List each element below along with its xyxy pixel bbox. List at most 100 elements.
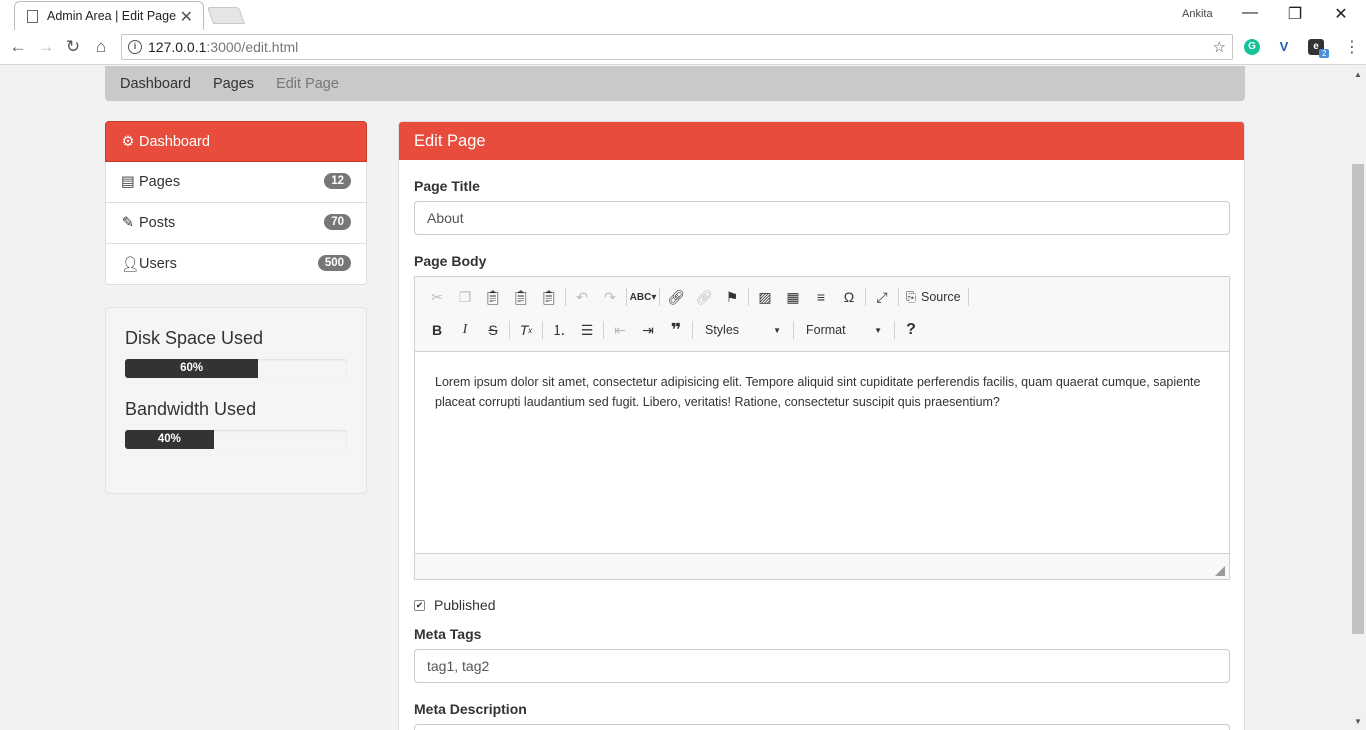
sidebar-item-label: Users xyxy=(139,256,177,272)
toolbar-separator xyxy=(659,288,660,306)
home-icon[interactable]: ⌂ xyxy=(91,37,111,57)
image-icon[interactable]: ▨ xyxy=(751,285,779,309)
anchor-flag-icon[interactable]: ⚑ xyxy=(718,285,746,309)
copy-icon[interactable]: ❐ xyxy=(451,285,479,309)
disk-progress-bar: 60% xyxy=(125,359,259,378)
published-row: ✔ Published xyxy=(414,597,1229,613)
toolbar-separator xyxy=(894,321,895,339)
sidebar-item-posts[interactable]: ✎ Posts 70 xyxy=(105,203,367,244)
meta-description-input[interactable] xyxy=(414,724,1230,730)
new-tab-button[interactable] xyxy=(206,7,246,24)
url-host: 127.0.0.1 xyxy=(148,39,207,55)
editor-content[interactable]: Lorem ipsum dolor sit amet, consectetur … xyxy=(415,352,1229,553)
rich-text-editor: ✂ ❐ 📋︎ 📋︎ 📋︎ ↶ ↷ ABC▾ 🔗︎ 🔗︎ ⚑ ▨ ▦ ≡ Ω ⤢ … xyxy=(414,276,1230,580)
unlink-icon[interactable]: 🔗︎ xyxy=(690,285,718,309)
sidebar-item-label: Posts xyxy=(139,215,176,231)
sidebar-item-dashboard[interactable]: ⚙ Dashboard xyxy=(105,121,367,162)
spellcheck-icon[interactable]: ABC▾ xyxy=(629,285,657,309)
paste-text-icon[interactable]: 📋︎ xyxy=(507,285,535,309)
profile-name[interactable]: Ankita xyxy=(1182,8,1213,20)
back-icon[interactable]: ← xyxy=(8,37,28,57)
toolbar-separator xyxy=(626,288,627,306)
disk-progress: 60% xyxy=(125,359,347,378)
scroll-up-icon[interactable]: ▲ xyxy=(1354,70,1362,79)
browser-tab[interactable]: Admin Area | Edit Page ✕ xyxy=(14,1,204,30)
page-title-input[interactable]: About xyxy=(414,201,1230,235)
minimize-icon[interactable]: — xyxy=(1240,4,1260,22)
bandwidth-progress: 40% xyxy=(125,430,347,449)
list-icon: ▤ xyxy=(121,174,135,190)
toolbar-separator xyxy=(565,288,566,306)
toolbar-separator xyxy=(509,321,510,339)
styles-label: Styles xyxy=(705,323,740,337)
horizontal-line-icon[interactable]: ≡ xyxy=(807,285,835,309)
dropdown-arrow-icon: ▼ xyxy=(773,325,781,335)
breadcrumb-pages[interactable]: Pages xyxy=(213,76,254,92)
paste-word-icon[interactable]: 📋︎ xyxy=(535,285,563,309)
remove-format-icon[interactable]: Tx xyxy=(512,318,540,342)
bulleted-list-icon[interactable]: ☰ xyxy=(573,318,601,342)
address-bar[interactable]: i 127.0.0.1:3000/edit.html ☆ xyxy=(121,34,1233,60)
toolbar-separator xyxy=(865,288,866,306)
extension-badge: 2 xyxy=(1319,49,1330,58)
grammarly-extension-icon[interactable]: G xyxy=(1244,39,1260,55)
table-icon[interactable]: ▦ xyxy=(779,285,807,309)
sidebar-item-users[interactable]: 👤︎ Users 500 xyxy=(105,244,367,285)
breadcrumb-dashboard[interactable]: Dashboard xyxy=(120,76,191,92)
blockquote-icon[interactable]: ❞ xyxy=(662,318,690,342)
user-icon: 👤︎ xyxy=(121,256,140,273)
edit-page-panel: Edit Page Page Title About Page Body ✂ ❐… xyxy=(398,121,1245,730)
forward-icon[interactable]: → xyxy=(36,37,56,57)
published-checkbox[interactable]: ✔ xyxy=(414,599,425,611)
editor-toolbar: ✂ ❐ 📋︎ 📋︎ 📋︎ ↶ ↷ ABC▾ 🔗︎ 🔗︎ ⚑ ▨ ▦ ≡ Ω ⤢ … xyxy=(415,277,1229,352)
toolbar-separator xyxy=(603,321,604,339)
cut-icon[interactable]: ✂ xyxy=(423,285,451,309)
special-char-icon[interactable]: Ω xyxy=(835,285,863,309)
indent-icon[interactable]: ⇥ xyxy=(634,318,662,342)
sidebar-item-label: Pages xyxy=(139,174,181,190)
bookmark-star-icon[interactable]: ☆ xyxy=(1213,38,1226,56)
count-badge: 70 xyxy=(324,214,351,230)
page-body-label: Page Body xyxy=(414,253,487,269)
styles-dropdown[interactable]: Styles ▼ xyxy=(699,318,787,342)
scrollbar-thumb[interactable] xyxy=(1352,164,1364,634)
strikethrough-icon[interactable]: S xyxy=(479,318,507,342)
tab-title: Admin Area | Edit Page xyxy=(47,9,177,23)
info-icon[interactable]: i xyxy=(128,40,142,54)
redo-icon[interactable]: ↷ xyxy=(596,285,624,309)
editor-statusbar xyxy=(415,553,1229,579)
toolbar-separator xyxy=(898,288,899,306)
undo-icon[interactable]: ↶ xyxy=(568,285,596,309)
link-icon[interactable]: 🔗︎ xyxy=(662,285,690,309)
disk-space-heading: Disk Space Used xyxy=(125,328,264,348)
numbered-list-icon[interactable]: ⒈ xyxy=(545,318,573,342)
close-window-icon[interactable]: ✕ xyxy=(1331,4,1351,24)
sidebar-menu: ⚙ Dashboard ▤ Pages 12 ✎ Posts 70 👤︎ Use… xyxy=(105,121,367,285)
paste-icon[interactable]: 📋︎ xyxy=(479,285,507,309)
tab-close-icon[interactable]: ✕ xyxy=(180,7,193,27)
count-badge: 500 xyxy=(317,255,351,271)
scroll-down-icon[interactable]: ▼ xyxy=(1354,717,1362,726)
sidebar-item-pages[interactable]: ▤ Pages 12 xyxy=(105,162,367,203)
meta-description-label: Meta Description xyxy=(414,701,527,717)
published-label: Published xyxy=(434,597,496,613)
maximize-icon[interactable]: ⤢ xyxy=(868,285,896,309)
page-scrollbar[interactable]: ▲ ▼ xyxy=(1350,66,1366,730)
breadcrumb-active: Edit Page xyxy=(276,75,339,92)
vimeo-extension-icon[interactable]: V xyxy=(1276,39,1292,55)
restore-icon[interactable]: ❐ xyxy=(1285,4,1305,24)
format-dropdown[interactable]: Format ▼ xyxy=(800,318,888,342)
reload-icon[interactable]: ↻ xyxy=(63,37,83,57)
gear-icon: ⚙ xyxy=(121,133,135,150)
help-icon[interactable]: ? xyxy=(897,318,925,342)
resize-handle-icon[interactable] xyxy=(1215,566,1225,576)
count-badge: 12 xyxy=(324,173,351,189)
browser-titlebar: Admin Area | Edit Page ✕ Ankita — ❐ ✕ xyxy=(0,0,1366,30)
bold-icon[interactable]: B xyxy=(423,318,451,342)
breadcrumb: Dashboard Pages Edit Page xyxy=(105,66,1245,101)
italic-icon[interactable]: I xyxy=(451,318,479,342)
outdent-icon[interactable]: ⇤ xyxy=(606,318,634,342)
source-button[interactable]: ⎘ Source xyxy=(901,285,966,309)
meta-tags-input[interactable]: tag1, tag2 xyxy=(414,649,1230,683)
menu-icon[interactable]: ⋮ xyxy=(1344,37,1360,57)
